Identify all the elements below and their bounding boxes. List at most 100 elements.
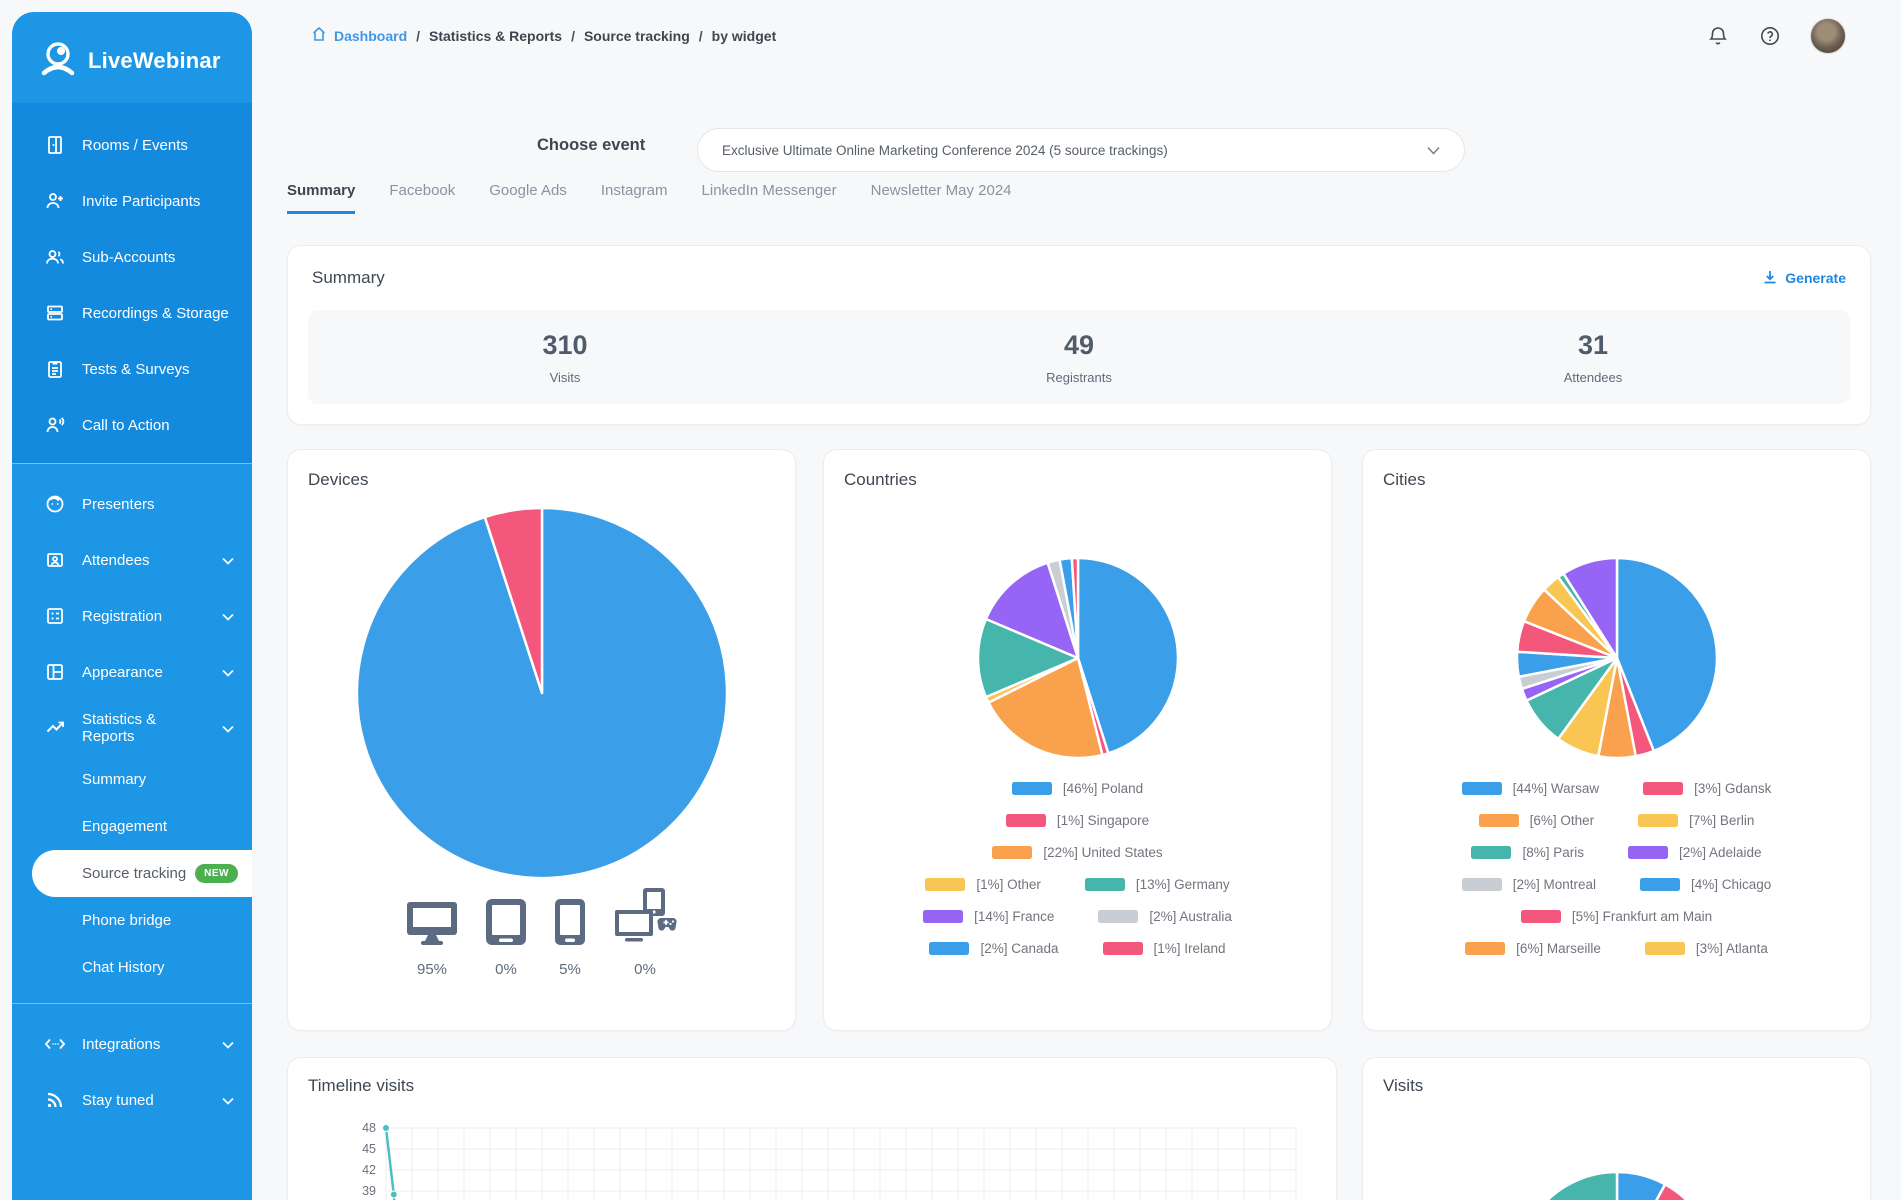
topbar-actions bbox=[1706, 18, 1846, 54]
countries-card-title: Countries bbox=[844, 470, 917, 489]
svg-text:45: 45 bbox=[362, 1142, 376, 1156]
event-select[interactable]: Exclusive Ultimate Online Marketing Conf… bbox=[697, 128, 1465, 172]
device-stats-row: 95% 0% 5% 0% bbox=[288, 888, 795, 978]
svg-text:48: 48 bbox=[362, 1121, 376, 1135]
chevron-down-icon bbox=[222, 608, 234, 625]
sidebar-item-integrations[interactable]: Integrations bbox=[12, 1016, 252, 1072]
legend-item-poland[interactable]: [46%] Poland bbox=[1012, 781, 1143, 796]
sidebar-item-label: Sub-Accounts bbox=[82, 249, 175, 266]
sidebar-subitem-summary[interactable]: Summary bbox=[12, 756, 252, 803]
breadcrumb-by-widget: by widget bbox=[712, 28, 777, 44]
sidebar-item-rooms-events[interactable]: Rooms / Events bbox=[12, 117, 252, 173]
stat-registrants: 49 Registrants bbox=[822, 330, 1336, 385]
svg-text:42: 42 bbox=[362, 1163, 376, 1177]
devices-card-title: Devices bbox=[308, 470, 368, 489]
sidebar-item-attendees[interactable]: Attendees bbox=[12, 532, 252, 588]
legend-swatch bbox=[1465, 942, 1505, 955]
new-badge: NEW bbox=[195, 864, 238, 883]
legend-item-canada[interactable]: [2%] Canada bbox=[929, 941, 1058, 956]
chevron-down-icon bbox=[1427, 143, 1440, 158]
cities-pie-chart[interactable] bbox=[1517, 558, 1717, 763]
tab-google-ads[interactable]: Google Ads bbox=[489, 182, 567, 214]
face-icon bbox=[44, 493, 66, 515]
sidebar-item-tests-surveys[interactable]: Tests & Surveys bbox=[12, 341, 252, 397]
sidebar-item-recordings-storage[interactable]: Recordings & Storage bbox=[12, 285, 252, 341]
legend-item-chicago[interactable]: [4%] Chicago bbox=[1640, 877, 1771, 892]
sidebar-item-registration[interactable]: Registration bbox=[12, 588, 252, 644]
timeline-line-chart[interactable]: 4845423936 bbox=[308, 1114, 1318, 1200]
tab-instagram[interactable]: Instagram bbox=[601, 182, 668, 214]
sidebar-item-call-to-action[interactable]: Call to Action bbox=[12, 397, 252, 453]
legend-item-other[interactable]: [1%] Other bbox=[925, 877, 1041, 892]
legend-item-singapore[interactable]: [1%] Singapore bbox=[1006, 813, 1149, 828]
devices-pie-chart[interactable] bbox=[357, 508, 727, 883]
breadcrumb-dashboard[interactable]: Dashboard bbox=[311, 26, 407, 45]
summary-stats-bar: 310 Visits 49 Registrants 31 Attendees bbox=[308, 310, 1850, 404]
sidebar-item-label: Statistics & Reports bbox=[82, 711, 206, 745]
legend-item-germany[interactable]: [13%] Germany bbox=[1085, 877, 1230, 892]
bell-icon[interactable] bbox=[1706, 24, 1730, 48]
tab-linkedin-messenger[interactable]: LinkedIn Messenger bbox=[702, 182, 837, 214]
legend-item-adelaide[interactable]: [2%] Adelaide bbox=[1628, 845, 1762, 860]
legend-item-atlanta[interactable]: [3%] Atlanta bbox=[1645, 941, 1768, 956]
tab-facebook[interactable]: Facebook bbox=[389, 182, 455, 214]
sidebar-item-stay-tuned[interactable]: Stay tuned bbox=[12, 1072, 252, 1128]
sidebar-subitem-phone-bridge[interactable]: Phone bridge bbox=[12, 897, 252, 944]
subitem-label: Chat History bbox=[82, 959, 165, 976]
countries-card: Countries [46%] Poland [1%] Singapore [2… bbox=[823, 449, 1332, 1031]
legend-swatch bbox=[1640, 878, 1680, 891]
legend-item-warsaw[interactable]: [44%] Warsaw bbox=[1462, 781, 1600, 796]
tab-newsletter-may-2024[interactable]: Newsletter May 2024 bbox=[871, 182, 1012, 214]
generate-button[interactable]: Generate bbox=[1762, 269, 1846, 288]
tablet-icon bbox=[485, 898, 527, 951]
legend-item-ireland[interactable]: [1%] Ireland bbox=[1103, 941, 1226, 956]
sidebar-item-label: Presenters bbox=[82, 496, 155, 513]
legend-item-united-states[interactable]: [22%] United States bbox=[992, 845, 1162, 860]
help-icon[interactable] bbox=[1758, 24, 1782, 48]
legend-item-paris[interactable]: [8%] Paris bbox=[1471, 845, 1584, 860]
rss-icon bbox=[44, 1089, 66, 1111]
breadcrumb-separator: / bbox=[571, 28, 575, 44]
trend-icon bbox=[44, 717, 66, 739]
sidebar-subitem-source-tracking[interactable]: Source tracking NEW bbox=[32, 850, 252, 897]
avatar[interactable] bbox=[1810, 18, 1846, 54]
tab-summary[interactable]: Summary bbox=[287, 182, 355, 214]
legend-item-berlin[interactable]: [7%] Berlin bbox=[1638, 813, 1754, 828]
sidebar-item-appearance[interactable]: Appearance bbox=[12, 644, 252, 700]
svg-text:39: 39 bbox=[362, 1184, 376, 1198]
badge-icon bbox=[44, 549, 66, 571]
countries-pie-chart[interactable] bbox=[978, 558, 1178, 763]
sidebar-item-sub-accounts[interactable]: Sub-Accounts bbox=[12, 229, 252, 285]
legend-item-other-city[interactable]: [6%] Other bbox=[1479, 813, 1595, 828]
timeline-card-title: Timeline visits bbox=[308, 1076, 414, 1095]
legend-item-france[interactable]: [14%] France bbox=[923, 909, 1054, 924]
sidebar-item-statistics-reports[interactable]: Statistics & Reports bbox=[12, 700, 252, 756]
breadcrumb-statistics-reports[interactable]: Statistics & Reports bbox=[429, 28, 562, 44]
sidebar-item-invite-participants[interactable]: Invite Participants bbox=[12, 173, 252, 229]
stat-label: Registrants bbox=[822, 370, 1336, 385]
visits-card-title: Visits bbox=[1383, 1076, 1423, 1095]
app-logo[interactable]: LiveWebinar bbox=[12, 12, 252, 81]
sidebar-subitem-chat-history[interactable]: Chat History bbox=[12, 944, 252, 991]
sidebar-item-presenters[interactable]: Presenters bbox=[12, 476, 252, 532]
device-pct: 95% bbox=[417, 961, 447, 978]
visits-pie-chart[interactable] bbox=[1517, 1172, 1717, 1200]
visits-card: Visits bbox=[1362, 1057, 1871, 1200]
device-phone: 5% bbox=[554, 898, 586, 978]
legend-item-gdansk[interactable]: [3%] Gdansk bbox=[1643, 781, 1771, 796]
home-icon bbox=[311, 26, 327, 45]
sidebar-item-label: Registration bbox=[82, 608, 162, 625]
sidebar-item-label: Attendees bbox=[82, 552, 150, 569]
breadcrumb-source-tracking[interactable]: Source tracking bbox=[584, 28, 690, 44]
legend-item-marseille[interactable]: [6%] Marseille bbox=[1465, 941, 1601, 956]
legend-item-australia[interactable]: [2%] Australia bbox=[1098, 909, 1232, 924]
legend-swatch bbox=[1462, 782, 1502, 795]
legend-swatch bbox=[925, 878, 965, 891]
sidebar-subitem-engagement[interactable]: Engagement bbox=[12, 803, 252, 850]
legend-item-montreal[interactable]: [2%] Montreal bbox=[1462, 877, 1596, 892]
stat-label: Visits bbox=[308, 370, 822, 385]
summary-card-title: Summary bbox=[312, 268, 385, 288]
stat-label: Attendees bbox=[1336, 370, 1850, 385]
choose-event-label: Choose event bbox=[537, 136, 645, 155]
legend-item-frankfurt[interactable]: [5%] Frankfurt am Main bbox=[1521, 909, 1712, 924]
